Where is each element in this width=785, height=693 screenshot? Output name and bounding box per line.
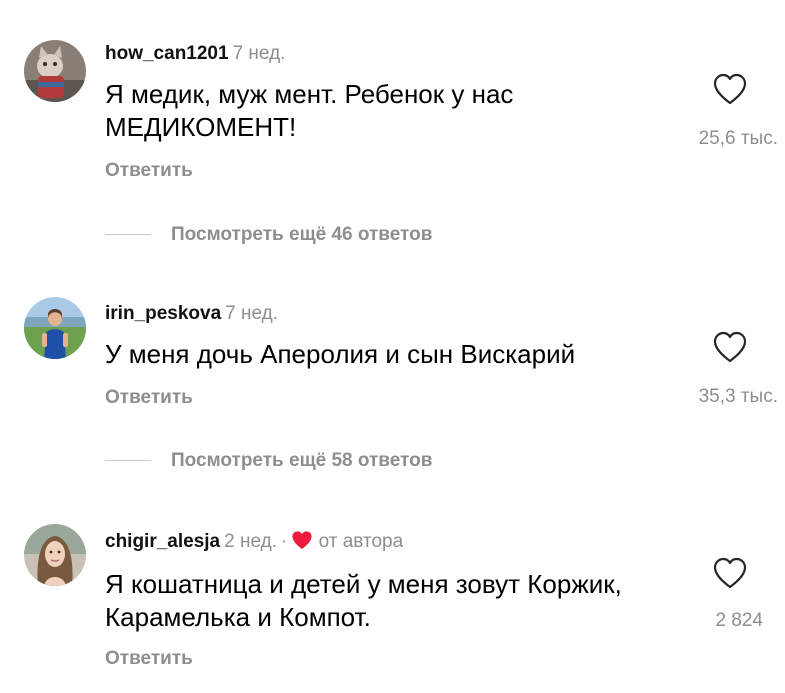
cat-avatar-icon: [24, 40, 86, 102]
woman-portrait-avatar-icon: [24, 524, 86, 586]
heart-outline-icon: [713, 331, 747, 363]
like-button[interactable]: [712, 556, 748, 590]
comment-meta: chigir_alesja 2 нед. · от автора: [105, 530, 403, 557]
woman-outdoor-avatar-icon: [24, 297, 86, 359]
view-replies-button[interactable]: Посмотреть ещё 58 ответов: [105, 450, 432, 472]
timestamp: 2 нед.: [224, 531, 277, 552]
view-replies-label: Посмотреть ещё 46 ответов: [171, 224, 433, 245]
view-replies-label: Посмотреть ещё 58 ответов: [171, 450, 433, 471]
reply-button[interactable]: Ответить: [105, 387, 193, 409]
separator: ·: [280, 531, 288, 552]
like-button[interactable]: [712, 72, 748, 106]
comment-text: Я медик, муж мент. Ребенок у нас МЕДИКОМ…: [105, 79, 514, 142]
author-liked-heart-icon: [291, 530, 313, 557]
username[interactable]: how_can1201: [105, 43, 229, 64]
divider: [105, 234, 151, 236]
avatar[interactable]: [24, 40, 86, 102]
like-count: 2 824: [715, 610, 763, 631]
divider: [105, 460, 151, 462]
timestamp: 7 нед.: [232, 43, 286, 64]
like-count: 25,6 тыс.: [698, 128, 778, 149]
avatar[interactable]: [24, 524, 86, 586]
like-button[interactable]: [712, 330, 748, 364]
heart-outline-icon: [713, 73, 747, 105]
heart-outline-icon: [713, 557, 747, 589]
comment-meta: how_can1201 7 нед.: [105, 42, 285, 66]
reply-button[interactable]: Ответить: [105, 648, 193, 670]
avatar[interactable]: [24, 297, 86, 359]
timestamp: 7 нед.: [225, 303, 279, 324]
reply-button[interactable]: Ответить: [105, 160, 193, 182]
comment-text: Я кошатница и детей у меня зовут Коржик,…: [105, 569, 622, 632]
like-count: 35,3 тыс.: [698, 386, 778, 407]
username[interactable]: chigir_alesja: [105, 531, 220, 552]
author-badge: от автора: [318, 531, 404, 552]
comment-text: У меня дочь Аперолия и сын Вискарий: [105, 339, 576, 369]
username[interactable]: irin_peskova: [105, 303, 221, 324]
view-replies-button[interactable]: Посмотреть ещё 46 ответов: [105, 224, 432, 246]
comment-meta: irin_peskova 7 нед.: [105, 302, 278, 326]
